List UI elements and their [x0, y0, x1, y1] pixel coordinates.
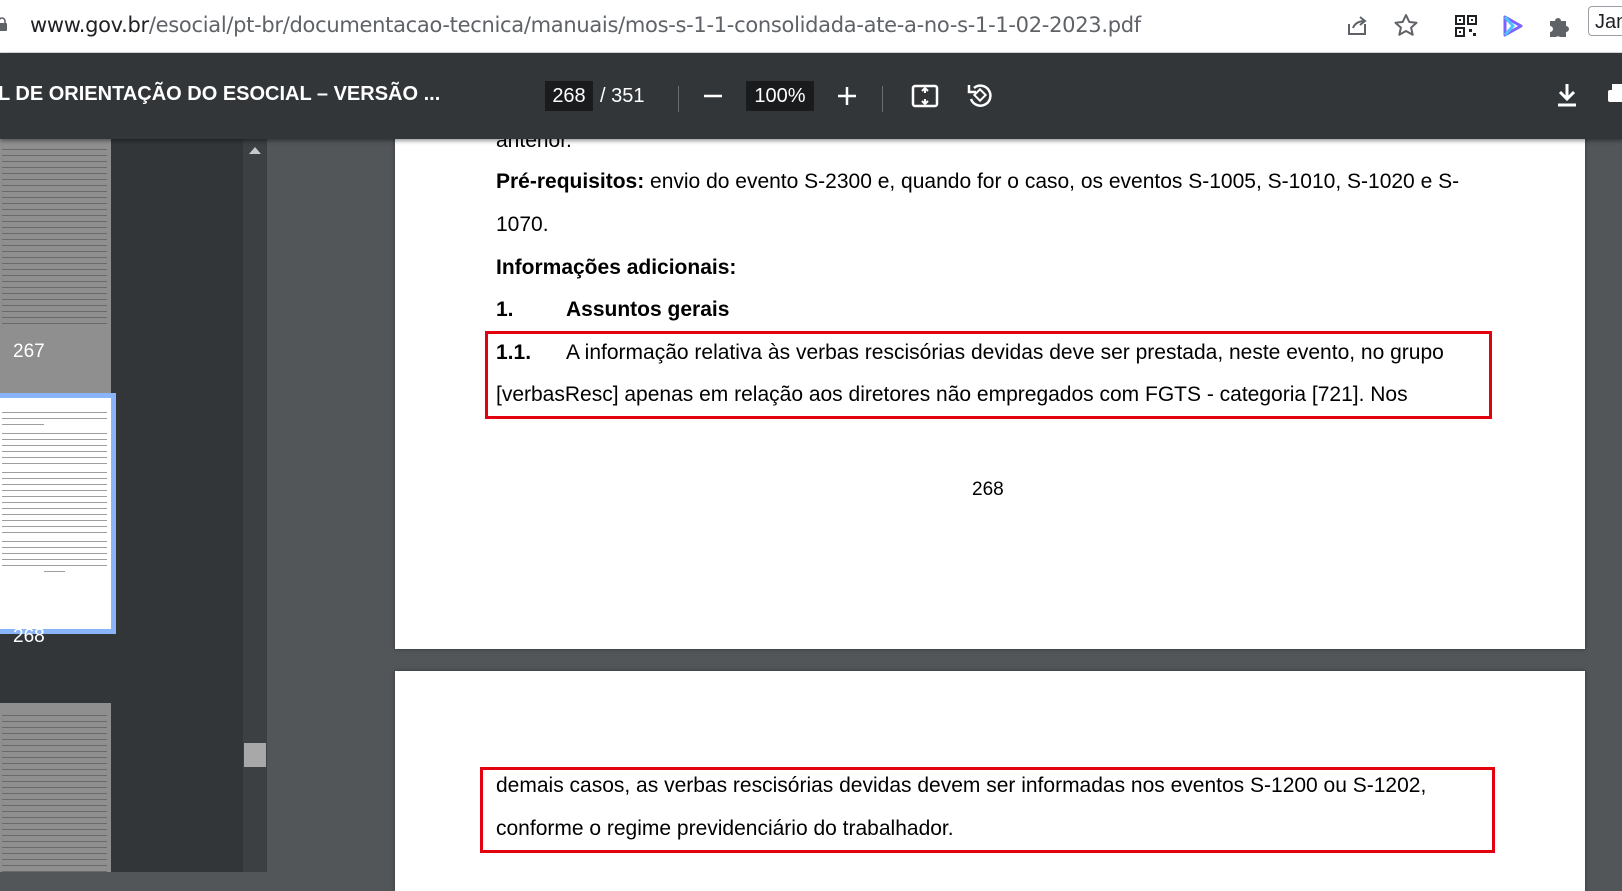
page-total: / 351 — [600, 85, 645, 107]
fit-to-page-icon[interactable] — [910, 81, 940, 111]
thumbnail-label-267: 267 — [13, 341, 45, 362]
highlight-box — [485, 331, 1492, 419]
thumbnail-text-lines — [2, 715, 107, 872]
info-heading: Informações adicionais: — [496, 256, 737, 279]
bookmark-star-icon[interactable] — [1392, 12, 1420, 40]
download-icon[interactable] — [1552, 80, 1582, 110]
profile-chip[interactable]: Jan — [1588, 6, 1622, 36]
page-number-input[interactable] — [545, 81, 593, 111]
pdf-page-269: demais casos, as verbas rescisórias devi… — [395, 671, 1585, 891]
thumbnail-sidebar[interactable]: 267 268 — [0, 139, 243, 872]
url-text[interactable]: www.gov.br/esocial/pt-br/documentacao-te… — [30, 13, 1141, 37]
thumbnail-page-269[interactable] — [0, 703, 111, 872]
print-icon[interactable] — [1604, 80, 1622, 110]
thumbnail-text-lines — [2, 149, 107, 329]
prerequisites-line-2: 1070. — [496, 213, 549, 236]
url-path: /esocial/pt-br/documentacao-tecnica/manu… — [148, 13, 1141, 37]
thumbnail-text-lines — [2, 412, 107, 577]
sidebar-scrollbar[interactable] — [243, 139, 267, 872]
zoom-out-icon[interactable] — [698, 81, 728, 111]
pdf-toolbar: L DE ORIENTAÇÃO DO ESOCIAL – VERSÃO ... … — [0, 53, 1622, 139]
qr-code-icon[interactable] — [1452, 12, 1480, 40]
prerequisites-label: Pré-requisitos: — [496, 170, 645, 193]
prerequisites-line: Pré-requisitos: envio do evento S-2300 e… — [496, 170, 1459, 194]
pdf-page-268: anterior. Pré-requisitos: envio do event… — [395, 129, 1585, 649]
section-title: Assuntos gerais — [566, 298, 730, 321]
section-number: 1. — [496, 298, 514, 321]
thumbnail-page-268[interactable] — [0, 393, 116, 634]
lock-icon[interactable] — [0, 17, 8, 31]
address-bar[interactable]: www.gov.br/esocial/pt-br/documentacao-te… — [0, 0, 1622, 53]
share-icon[interactable] — [1343, 12, 1371, 40]
scroll-up-arrow-icon[interactable] — [249, 147, 261, 154]
rotate-icon[interactable] — [965, 80, 995, 110]
zoom-input[interactable] — [746, 81, 814, 111]
toolbar-divider — [882, 86, 883, 112]
highlight-box — [480, 767, 1495, 853]
page-number-footer: 268 — [972, 479, 1004, 500]
toolbar-divider — [678, 86, 679, 112]
thumbnail-label-268: 268 — [13, 626, 45, 647]
extensions-puzzle-icon[interactable] — [1545, 12, 1573, 40]
extension-play-icon[interactable] — [1497, 12, 1525, 40]
prerequisites-text: envio do evento S-2300 e, quando for o c… — [644, 170, 1460, 193]
url-host: www.gov.br — [30, 13, 149, 37]
zoom-in-icon[interactable] — [832, 81, 862, 111]
scrollbar-thumb[interactable] — [244, 743, 266, 767]
document-title: L DE ORIENTAÇÃO DO ESOCIAL – VERSÃO ... — [0, 83, 441, 105]
